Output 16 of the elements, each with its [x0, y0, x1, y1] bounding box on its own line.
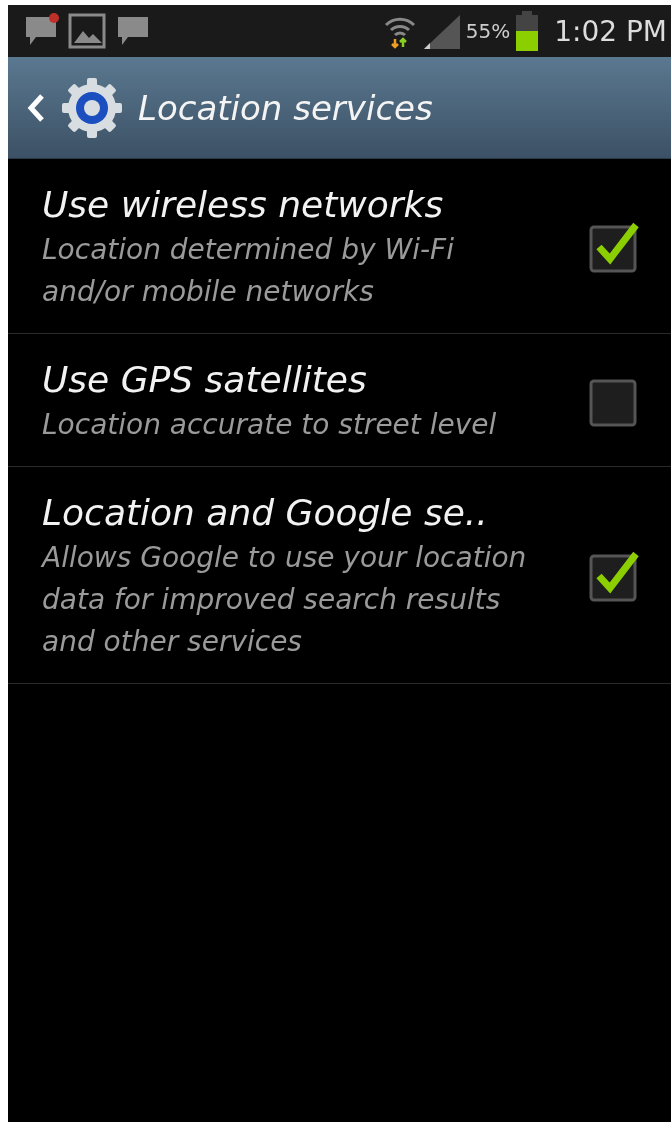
setting-title: Use GPS satellites	[42, 358, 368, 402]
back-button[interactable]	[26, 92, 46, 123]
battery-icon	[514, 11, 541, 51]
image-icon	[68, 13, 106, 49]
setting-row[interactable]: Location and Google se.. Allows Google to use your location data for improved search results and other services	[8, 467, 671, 684]
setting-summary: Allows Google to use your location data for improved search results and other services	[42, 540, 528, 660]
battery-percentage: 55%	[465, 19, 511, 43]
screen-title: Location services	[138, 87, 433, 128]
gear-icon	[60, 75, 124, 140]
setting-row[interactable]: Use wireless networks Location determined by Wi-Fi and/or mobile networks	[8, 159, 671, 334]
setting-row[interactable]: Use GPS satellites Location accurate to street level	[8, 334, 671, 467]
setting-summary: Location accurate to street level	[42, 407, 498, 443]
setting-summary: Location determined by Wi-Fi and/or mobile networks	[42, 232, 455, 310]
setting-title: Use wireless networks	[42, 183, 445, 227]
clock: 1:02 PM	[554, 14, 667, 48]
setting-title: Location and Google se..	[42, 491, 489, 535]
